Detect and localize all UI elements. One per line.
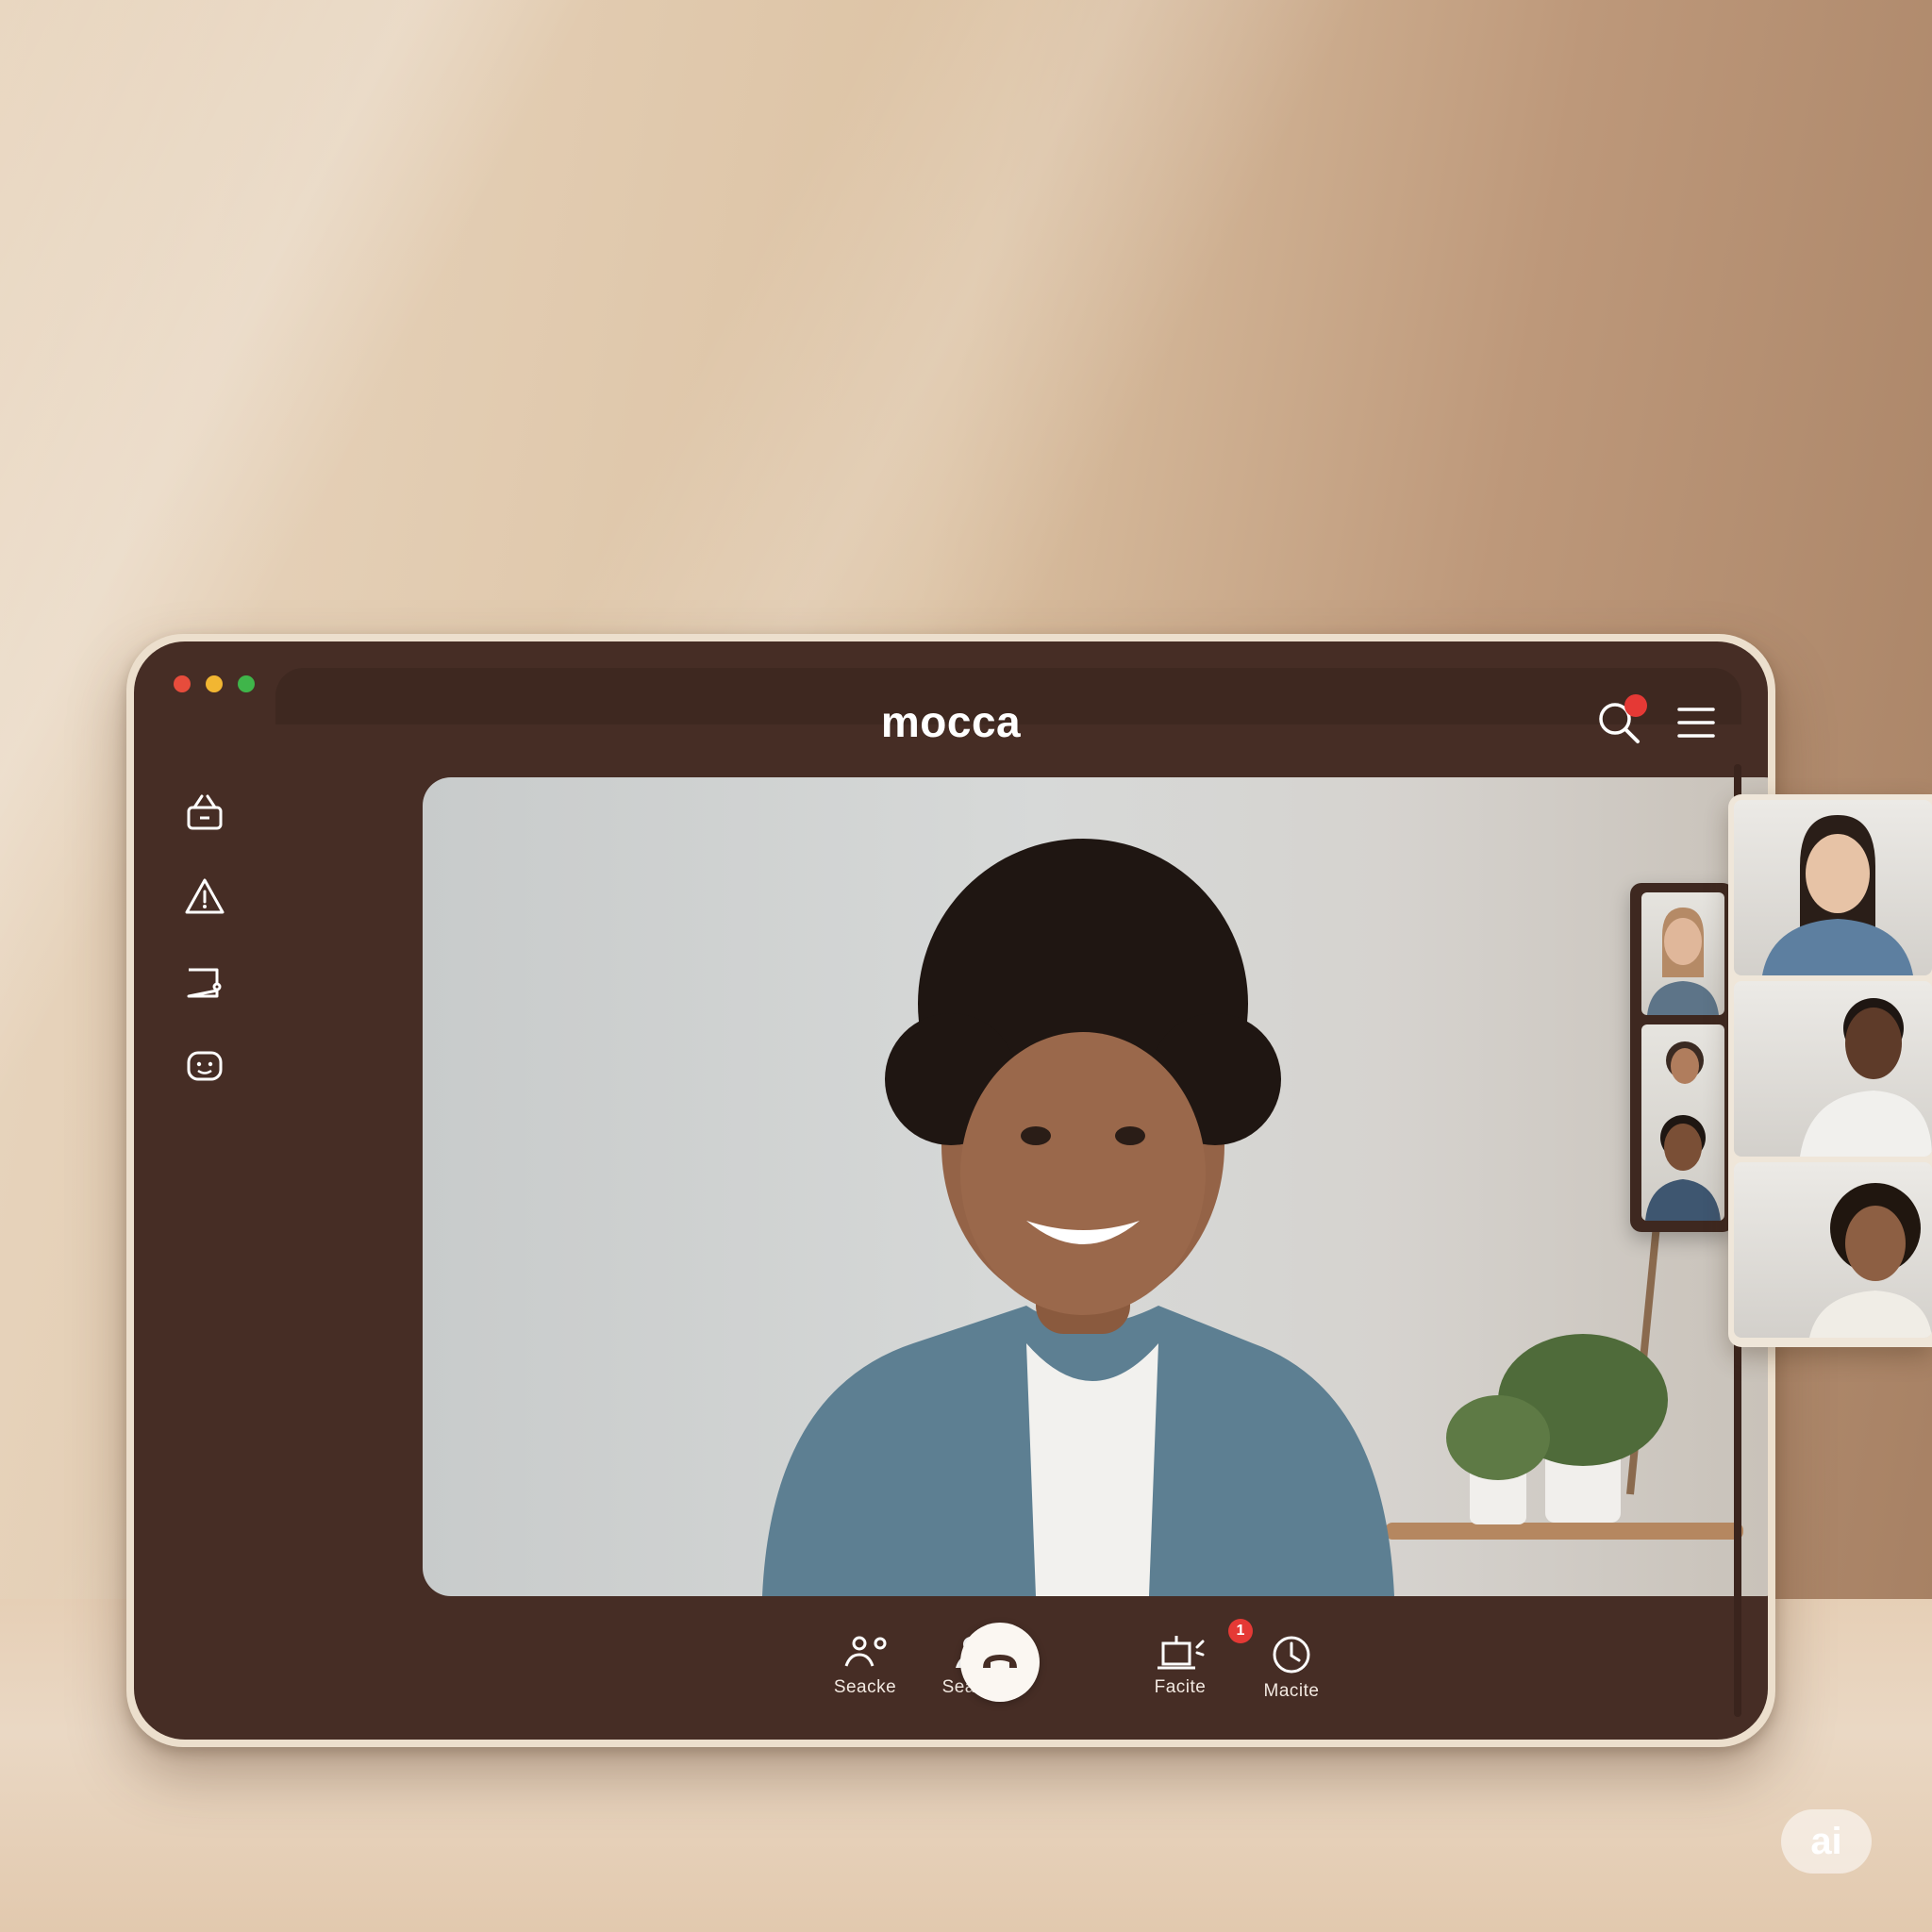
control-label-1: Seacke <box>833 1677 897 1697</box>
control-button-4[interactable]: Macite <box>1240 1634 1343 1702</box>
sidebar-item-chat[interactable] <box>183 960 226 1004</box>
watermark-logo: ai <box>1781 1809 1872 1874</box>
app-title: mocca <box>880 697 1022 746</box>
whiteboard-icon <box>1158 1636 1205 1670</box>
end-call-button[interactable] <box>960 1623 1040 1702</box>
hang-up-icon <box>983 1655 1017 1668</box>
app-window: mocca Seacke Facite Macite 1 <box>134 641 1768 1740</box>
control-button-1[interactable]: Seacke <box>813 1634 917 1698</box>
sidebar-item-basket[interactable] <box>183 791 226 834</box>
sidebar-item-alerts[interactable] <box>183 875 226 919</box>
participant-thumbnail[interactable] <box>1734 1162 1932 1338</box>
person-wave-icon <box>844 1636 887 1667</box>
participant-thumbnail[interactable] <box>1734 981 1932 1157</box>
hamburger-menu-icon <box>1677 708 1715 738</box>
control-button-3[interactable]: Facite <box>1128 1634 1232 1698</box>
control-label-4: Macite <box>1263 1681 1320 1701</box>
participant-thumbnail[interactable] <box>1641 892 1724 1015</box>
alert-triangle-icon <box>185 878 225 914</box>
control-label-3: Facite <box>1154 1677 1207 1697</box>
tablet-device: mocca Seacke Facite Macite 1 <box>126 634 1775 1747</box>
window-minimize-button[interactable] <box>206 675 223 692</box>
person-avatar <box>762 839 1743 1596</box>
person-avatar <box>1645 1041 1721 1221</box>
basket-icon <box>187 794 223 830</box>
clock-icon <box>1273 1636 1310 1674</box>
search-notification-badge <box>1624 694 1647 717</box>
sidebar-item-reactions[interactable] <box>183 1045 226 1089</box>
person-avatar <box>1800 998 1932 1157</box>
menu-button[interactable] <box>1674 700 1719 745</box>
participant-strip-small <box>1630 883 1734 1232</box>
chat-tab-icon <box>187 968 222 998</box>
participant-strip-large <box>1728 794 1932 1347</box>
window-maximize-button[interactable] <box>238 675 255 692</box>
participant-thumbnail[interactable] <box>1734 800 1932 975</box>
emoji-chat-icon <box>187 1051 223 1081</box>
person-avatar <box>1809 1183 1932 1338</box>
person-avatar <box>1647 908 1719 1015</box>
window-close-button[interactable] <box>174 675 191 692</box>
control-notification-badge: 1 <box>1228 1619 1253 1643</box>
person-avatar <box>1762 815 1913 975</box>
main-video-feed[interactable] <box>423 777 1768 1596</box>
participant-thumbnail[interactable] <box>1641 1024 1724 1221</box>
